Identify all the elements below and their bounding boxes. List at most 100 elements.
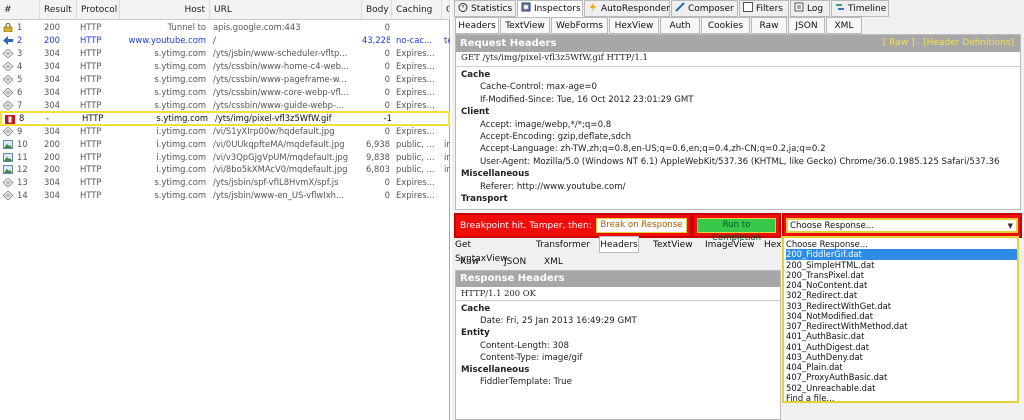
session-row[interactable]: 8 - HTTP s.ytimg.com/yts/img/pixel-vfl3z5Wf…: [0, 110, 450, 126]
session-row[interactable]: 13 304 HTTP s.ytimg.com/yts/jsbin/spf-vfIL8…: [0, 176, 450, 189]
response-option[interactable]: 302_Redirect.dat: [786, 290, 1017, 300]
tab-filters[interactable]: Filters: [739, 0, 789, 17]
session-row[interactable]: 5 304 HTTP s.ytimg.com/yts/cssbin/www-pagef…: [0, 73, 450, 86]
session-row[interactable]: 2 200 HTTP www.youtube.com / 43,228 no-cac... t…: [0, 34, 450, 47]
session-row[interactable]: 4 304 HTTP s.ytimg.com/yts/cssbin/www-home-…: [0, 60, 450, 73]
column-url[interactable]: URL: [210, 0, 362, 20]
session-host: i.ytimg.com: [156, 138, 206, 149]
column-caching[interactable]: Caching: [392, 0, 442, 20]
break-on-response-button[interactable]: Break on Response: [596, 218, 687, 233]
response-option[interactable]: 303_RedirectWithGet.dat: [786, 301, 1017, 311]
header-line: Accept-Language: zh-TW,zh;q=0.8,en-US;q=…: [480, 144, 826, 155]
resp-tab-json[interactable]: JSON: [504, 255, 526, 269]
response-option[interactable]: 403_AuthDeny.dat: [786, 352, 1017, 362]
session-row[interactable]: 6 304 HTTP s.ytimg.com/yts/cssbin/www-core-…: [0, 86, 450, 99]
checkbox-icon: [743, 2, 753, 12]
resp-tab-textview[interactable]: TextView: [653, 238, 699, 253]
header-group-title: Cache: [461, 70, 491, 80]
req-tab-cookies[interactable]: Cookies: [701, 17, 750, 34]
session-caching: Expires...: [396, 86, 435, 97]
sessions-pane: # Result Protocol Host URL Body Caching …: [0, 0, 450, 420]
req-tab-hexview[interactable]: HexView: [609, 17, 659, 34]
header-definitions-link[interactable]: [Header Definitions]: [923, 38, 1014, 48]
dropdown-arrow-icon: ▼: [1007, 222, 1013, 230]
column-content-type[interactable]: C: [442, 0, 450, 20]
session-url: apis.google.com:443: [213, 22, 301, 32]
header-line: Referer: http://www.youtube.com/: [480, 181, 626, 192]
session-num: 6: [17, 86, 23, 97]
tab-inspectors[interactable]: Inspectors: [517, 0, 583, 17]
response-option[interactable]: 200_FiddlerGif.dat: [786, 249, 1017, 260]
resp-tab-get-syntaxview[interactable]: Get SyntaxView: [455, 238, 513, 264]
column-protocol[interactable]: Protocol: [77, 0, 120, 20]
req-tab-headers[interactable]: Headers: [455, 17, 499, 34]
response-option[interactable]: Choose Response...: [786, 239, 1017, 249]
tab-autoresponder[interactable]: AutoResponder: [584, 0, 670, 17]
req-tab-raw[interactable]: Raw: [751, 17, 787, 34]
session-num: 9: [17, 125, 23, 136]
response-option[interactable]: 401_AuthDigest.dat: [786, 342, 1017, 352]
session-row[interactable]: 1 200 HTTP Tunnel to apis.google.com:443 0: [0, 21, 450, 34]
resp-tab-imageview[interactable]: ImageView: [705, 238, 757, 253]
session-row[interactable]: 3 304 HTTP s.ytimg.com/yts/jsbin/www-schedu…: [0, 47, 450, 60]
response-option[interactable]: 200_SimpleHTML.dat: [786, 260, 1017, 270]
session-result: 304: [44, 177, 60, 188]
diamond-icon: [2, 87, 14, 98]
tab-statistics[interactable]: Statistics: [454, 0, 516, 17]
session-num: 4: [17, 60, 23, 71]
session-row[interactable]: 10 200 HTTP i.ytimg.com/vi/0UUkqpfteMA/mqde…: [0, 138, 450, 151]
session-row[interactable]: 11 200 HTTP i.ytimg.com/vi/v3QpGjgVpUM/mqde…: [0, 151, 450, 164]
req-tab-auth[interactable]: Auth: [660, 17, 700, 34]
response-dropdown-list[interactable]: Choose Response... 200_FiddlerGif.dat 200_…: [782, 236, 1019, 403]
tab-timeline[interactable]: Timeline: [831, 0, 889, 17]
choose-response-value: Choose Response...: [790, 221, 874, 231]
session-caching: public, ...: [396, 164, 435, 175]
resp-tab-xml[interactable]: XML: [544, 255, 563, 269]
session-url: /yts/img/pixel-vfl3z5WfW.gif: [215, 112, 332, 123]
response-option[interactable]: 404_Plain.dat: [786, 362, 1017, 372]
column-host[interactable]: Host: [120, 0, 210, 20]
html-icon: [3, 35, 13, 45]
column-result[interactable]: Result: [40, 0, 77, 20]
response-option[interactable]: Find a file...: [786, 393, 1017, 403]
run-to-completion-button[interactable]: Run to Completion: [697, 218, 776, 243]
response-option[interactable]: 401_AuthBasic.dat: [786, 331, 1017, 341]
session-num: 2: [17, 34, 23, 45]
response-option[interactable]: 307_RedirectWithMethod.dat: [786, 321, 1017, 331]
response-option[interactable]: 407_ProxyAuthBasic.dat: [786, 372, 1017, 382]
session-num: 11: [17, 151, 28, 162]
req-tab-json[interactable]: JSON: [788, 17, 825, 34]
tab-composer[interactable]: Composer: [671, 0, 738, 17]
session-row[interactable]: 14 304 HTTP s.ytimg.com/yts/jsbin/www-en_US…: [0, 189, 450, 202]
session-protocol: HTTP: [80, 125, 102, 136]
response-option[interactable]: 502_Unreachable.dat: [786, 383, 1017, 393]
session-protocol: HTTP: [80, 151, 102, 162]
session-row[interactable]: 12 200 HTTP i.ytimg.com/vi/8bo5kXMAcV0/mqde…: [0, 163, 450, 176]
divider: [456, 66, 1020, 67]
session-body: 6,938: [366, 138, 390, 149]
response-option[interactable]: 204_NoContent.dat: [786, 280, 1017, 290]
resp-tab-headers[interactable]: Headers: [599, 236, 639, 253]
resp-tab-hexview[interactable]: HexV: [764, 238, 782, 253]
session-row[interactable]: 9 304 HTTP i.ytimg.com/vi/S1yXIrp00w/hqdefa…: [0, 125, 450, 138]
req-tab-webforms[interactable]: WebForms: [551, 17, 608, 34]
session-url: /vi/0UUkqpfteMA/mqdefault.jpg: [213, 138, 345, 149]
session-url: /yts/cssbin/www-pageframe-w...: [213, 73, 347, 84]
resp-tab-raw[interactable]: Raw: [460, 255, 479, 269]
raw-link[interactable]: [ Raw ]: [883, 38, 915, 48]
sessions-column-header: # Result Protocol Host URL Body Caching …: [0, 0, 450, 20]
response-option[interactable]: 200_TransPixel.dat: [786, 270, 1017, 280]
response-option[interactable]: 304_NotModified.dat: [786, 311, 1017, 321]
resp-tab-transformer[interactable]: Transformer: [536, 238, 596, 253]
req-tab-xml[interactable]: XML: [826, 17, 862, 34]
session-protocol: HTTP: [80, 47, 102, 58]
req-tab-textview[interactable]: TextView: [500, 17, 550, 34]
column-num[interactable]: #: [0, 0, 40, 20]
breakpoint-banner: Breakpoint hit. Tamper, then: Break on R…: [454, 213, 692, 238]
tab-log[interactable]: Log: [790, 0, 830, 17]
column-body[interactable]: Body: [362, 0, 392, 20]
session-caching: Expires...: [396, 47, 435, 58]
session-body: 0: [384, 86, 390, 97]
choose-response-select[interactable]: Choose Response... ▼: [786, 218, 1018, 233]
session-result: 200: [44, 34, 60, 45]
